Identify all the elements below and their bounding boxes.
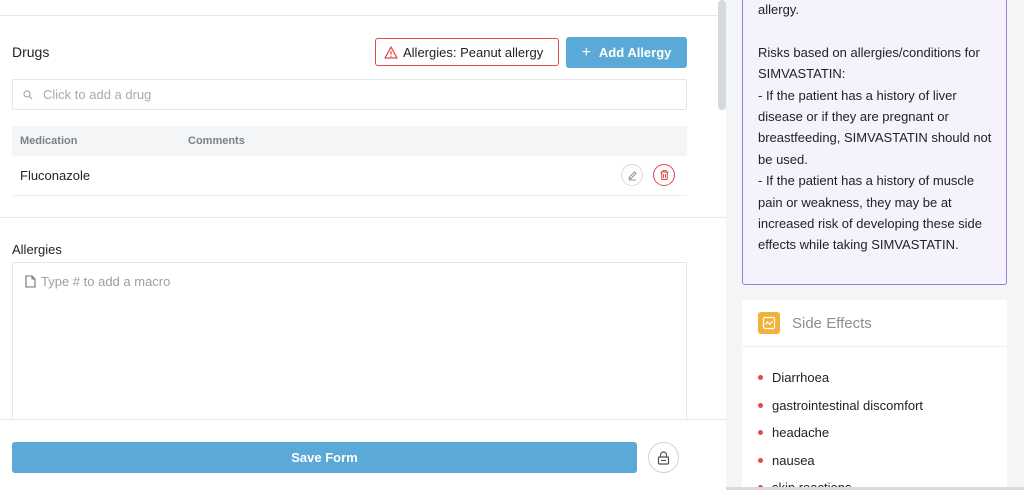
table-header: Medication Comments [12,126,687,156]
list-item: headache [758,419,1007,447]
bullet-dot [758,402,763,408]
bullet-dot [758,457,763,463]
warning-triangle-icon [384,45,398,59]
allergy-risk-text: allergy. Risks based on allergies/condit… [758,2,992,253]
side-effect-label: nausea [772,452,815,468]
allergy-risk-card: allergy. Risks based on allergies/condit… [742,0,1007,285]
macro-placeholder: Type # to add a macro [25,274,170,289]
divider [0,217,726,218]
side-effects-list: Diarrhoea gastrointestinal discomfort he… [742,347,1007,490]
form-footer: Save Form [0,419,726,490]
macro-placeholder-text: Type # to add a macro [41,274,171,289]
form-panel: Drugs Allergies: Peanut allergy + Add Al… [0,0,726,490]
side-effect-label: Diarrhoea [772,370,830,386]
drug-search-field[interactable] [12,79,687,110]
document-icon [25,275,36,288]
bullet-dot [758,430,763,436]
add-allergy-label: Add Allergy [598,45,672,60]
side-effects-header: Side Effects [742,300,1007,347]
lock-button[interactable] [648,442,679,473]
side-effects-card: Side Effects Diarrhoea gastrointestinal … [742,300,1007,490]
save-form-button[interactable]: Save Form [12,442,637,473]
medication-cell: Fluconazole [20,168,91,183]
edit-button[interactable] [621,164,643,186]
plus-icon: + [581,43,591,61]
list-item: nausea [758,447,1007,475]
side-effect-label: headache [772,425,830,441]
insights-panel: allergy. Risks based on allergies/condit… [726,0,1024,490]
chart-icon [758,312,780,334]
bullet-dot [758,375,763,381]
add-allergy-button[interactable]: + Add Allergy [566,37,687,68]
scrollbar-thumb[interactable] [718,0,726,110]
row-actions [621,164,675,186]
column-header-medication: Medication [20,135,78,147]
allergy-badge: Allergies: Peanut allergy [375,38,559,66]
drugs-section-title: Drugs [12,44,50,60]
divider [0,15,726,16]
trash-icon [660,170,668,181]
delete-button[interactable] [653,164,675,186]
allergies-text-area[interactable]: Type # to add a macro [12,262,687,432]
list-item: gastrointestinal discomfort [758,392,1007,420]
drug-search-input[interactable] [43,87,643,102]
medication-table: Medication Comments Fluconazole [12,126,687,196]
allergies-section-title: Allergies [12,242,62,257]
column-header-comments: Comments [188,135,245,147]
lock-icon [657,450,670,465]
table-row: Fluconazole [12,156,687,196]
side-effects-title: Side Effects [792,314,872,332]
list-item: Diarrhoea [758,364,1007,392]
search-icon [23,89,33,99]
side-effect-label: gastrointestinal discomfort [772,397,924,413]
pencil-icon [627,170,637,180]
allergy-badge-label: Allergies: Peanut allergy [403,44,544,60]
